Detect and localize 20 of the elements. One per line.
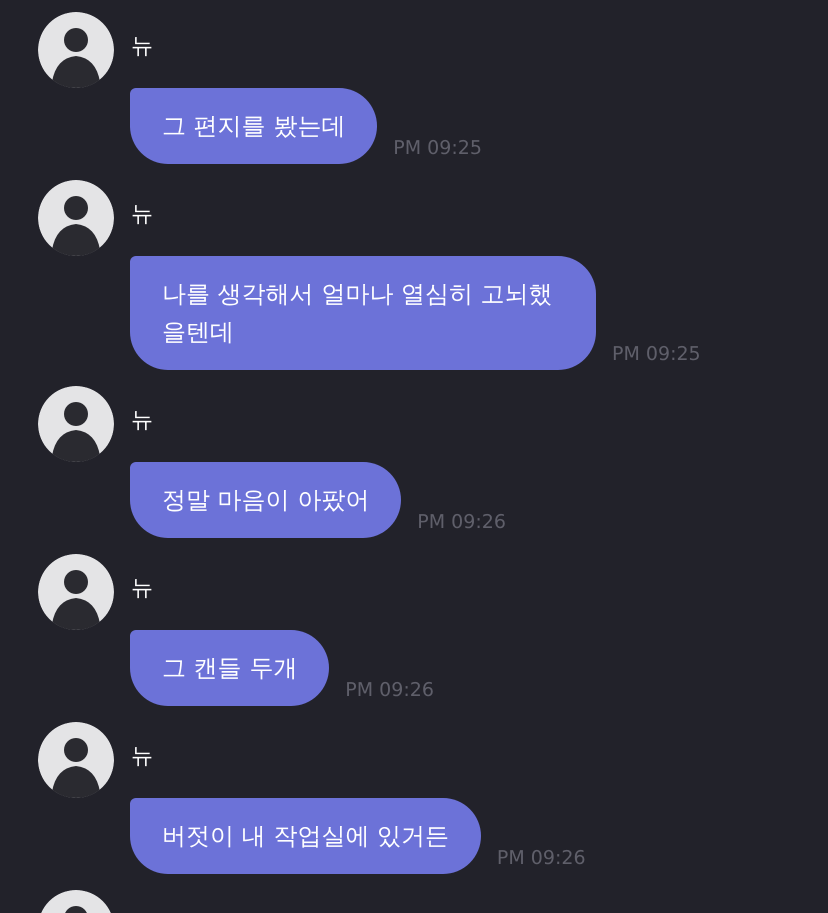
avatar-icon: [38, 722, 114, 798]
message-time: PM 09:26: [417, 510, 506, 534]
message-time: PM 09:26: [496, 846, 586, 870]
sender-name: 뉴: [131, 410, 153, 432]
avatar-icon: [38, 554, 114, 630]
avatar-icon: [38, 12, 114, 88]
message-time: PM 09:26: [345, 678, 434, 702]
message-bubble: 그 편지를 봤는데: [130, 88, 378, 164]
sender-name: 뉴: [131, 36, 153, 58]
message-time: PM 09:25: [393, 136, 482, 160]
sender-name: 뉴: [131, 578, 153, 600]
sender-name: 뉴: [131, 204, 153, 226]
message-bubble: 버젓이 내 작업실에 있거든: [130, 798, 481, 874]
message-bubble: 그 캔들 두개: [130, 630, 330, 706]
sender-name: 뉴: [131, 746, 153, 768]
message-bubble: 정말 마음이 아팠어: [130, 462, 402, 538]
message-time: PM 09:25: [612, 342, 701, 366]
avatar-icon: [38, 180, 114, 256]
message-bubble: 나를 생각해서 얼마나 열심히 고뇌했을텐데: [130, 256, 596, 370]
avatar-icon: [38, 386, 114, 462]
